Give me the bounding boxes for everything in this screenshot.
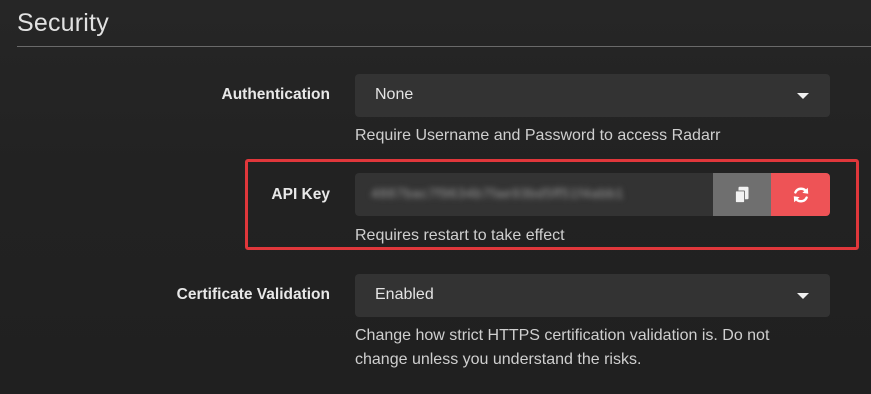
api-key-label: API Key	[271, 186, 330, 203]
authentication-label: Authentication	[221, 86, 331, 103]
certificate-validation-select[interactable]: Enabled	[355, 274, 830, 317]
api-key-input[interactable]: 4887bac7f9634b7fae93bd5ff51f4abb1	[355, 173, 713, 216]
refresh-icon	[793, 187, 808, 202]
clipboard-copy-icon	[735, 186, 749, 203]
section-title: Security	[17, 9, 109, 37]
caret-down-icon	[797, 93, 809, 99]
copy-api-key-button[interactable]	[713, 173, 771, 216]
section-divider	[17, 46, 871, 47]
authentication-select-value: None	[375, 86, 414, 103]
certificate-validation-help-text: Change how strict HTTPS certification va…	[355, 324, 769, 372]
authentication-help-text: Require Username and Password to access …	[355, 127, 721, 144]
api-key-help-text: Requires restart to take effect	[355, 227, 565, 244]
authentication-select[interactable]: None	[355, 74, 830, 117]
certificate-validation-help-line-2: change unless you understand the risks.	[355, 351, 642, 368]
api-key-value: 4887bac7f9634b7fae93bd5ff51f4abb1	[371, 185, 624, 201]
certificate-validation-help-line-1: Change how strict HTTPS certification va…	[355, 327, 770, 344]
caret-down-icon	[797, 293, 809, 299]
certificate-validation-select-value: Enabled	[375, 286, 434, 303]
regenerate-api-key-button[interactable]	[771, 173, 830, 216]
certificate-validation-label: Certificate Validation	[176, 286, 330, 303]
